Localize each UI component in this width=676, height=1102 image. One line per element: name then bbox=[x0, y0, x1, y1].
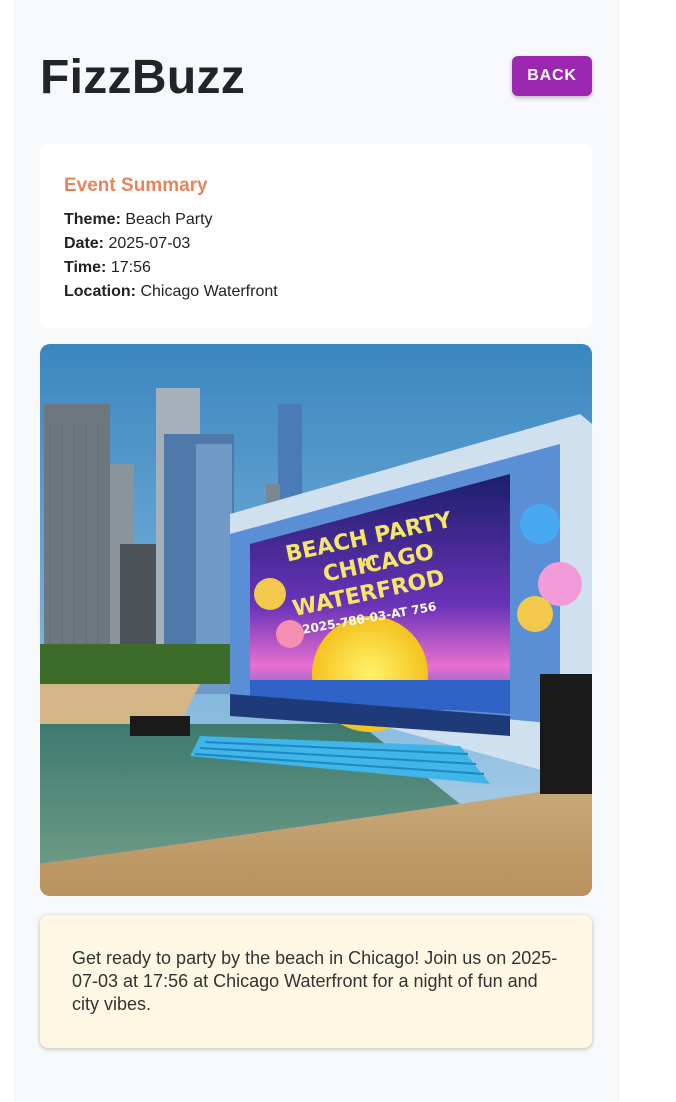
time-row: Time: 17:56 bbox=[64, 256, 568, 280]
event-summary-heading: Event Summary bbox=[64, 175, 208, 196]
date-value: 2025-07-03 bbox=[108, 235, 191, 252]
header: FizzBuzz BACK bbox=[40, 48, 592, 108]
event-description-card: Get ready to party by the beach in Chica… bbox=[40, 915, 592, 1048]
event-summary-card: Event Summary Theme: Beach Party Date: 2… bbox=[40, 144, 592, 328]
date-row: Date: 2025-07-03 bbox=[64, 232, 568, 256]
time-value: 17:56 bbox=[110, 259, 151, 276]
theme-value: Beach Party bbox=[125, 211, 213, 228]
event-image: BEACH PARTY AT CHICAGO WATERFROD 2025-78… bbox=[40, 344, 592, 896]
back-button[interactable]: BACK bbox=[512, 56, 592, 96]
app-title: FizzBuzz bbox=[40, 51, 246, 104]
location-label: Location: bbox=[64, 283, 136, 300]
event-description: Get ready to party by the beach in Chica… bbox=[72, 948, 558, 1014]
theme-label: Theme: bbox=[64, 211, 121, 228]
location-row: Location: Chicago Waterfront bbox=[64, 280, 568, 304]
date-label: Date: bbox=[64, 235, 105, 252]
page-container: FizzBuzz BACK Event Summary Theme: Beach… bbox=[14, 0, 620, 1102]
theme-row: Theme: Beach Party bbox=[64, 208, 568, 232]
location-value: Chicago Waterfront bbox=[140, 283, 278, 300]
event-illustration: BEACH PARTY AT CHICAGO WATERFROD 2025-78… bbox=[40, 344, 592, 896]
time-label: Time: bbox=[64, 259, 107, 276]
